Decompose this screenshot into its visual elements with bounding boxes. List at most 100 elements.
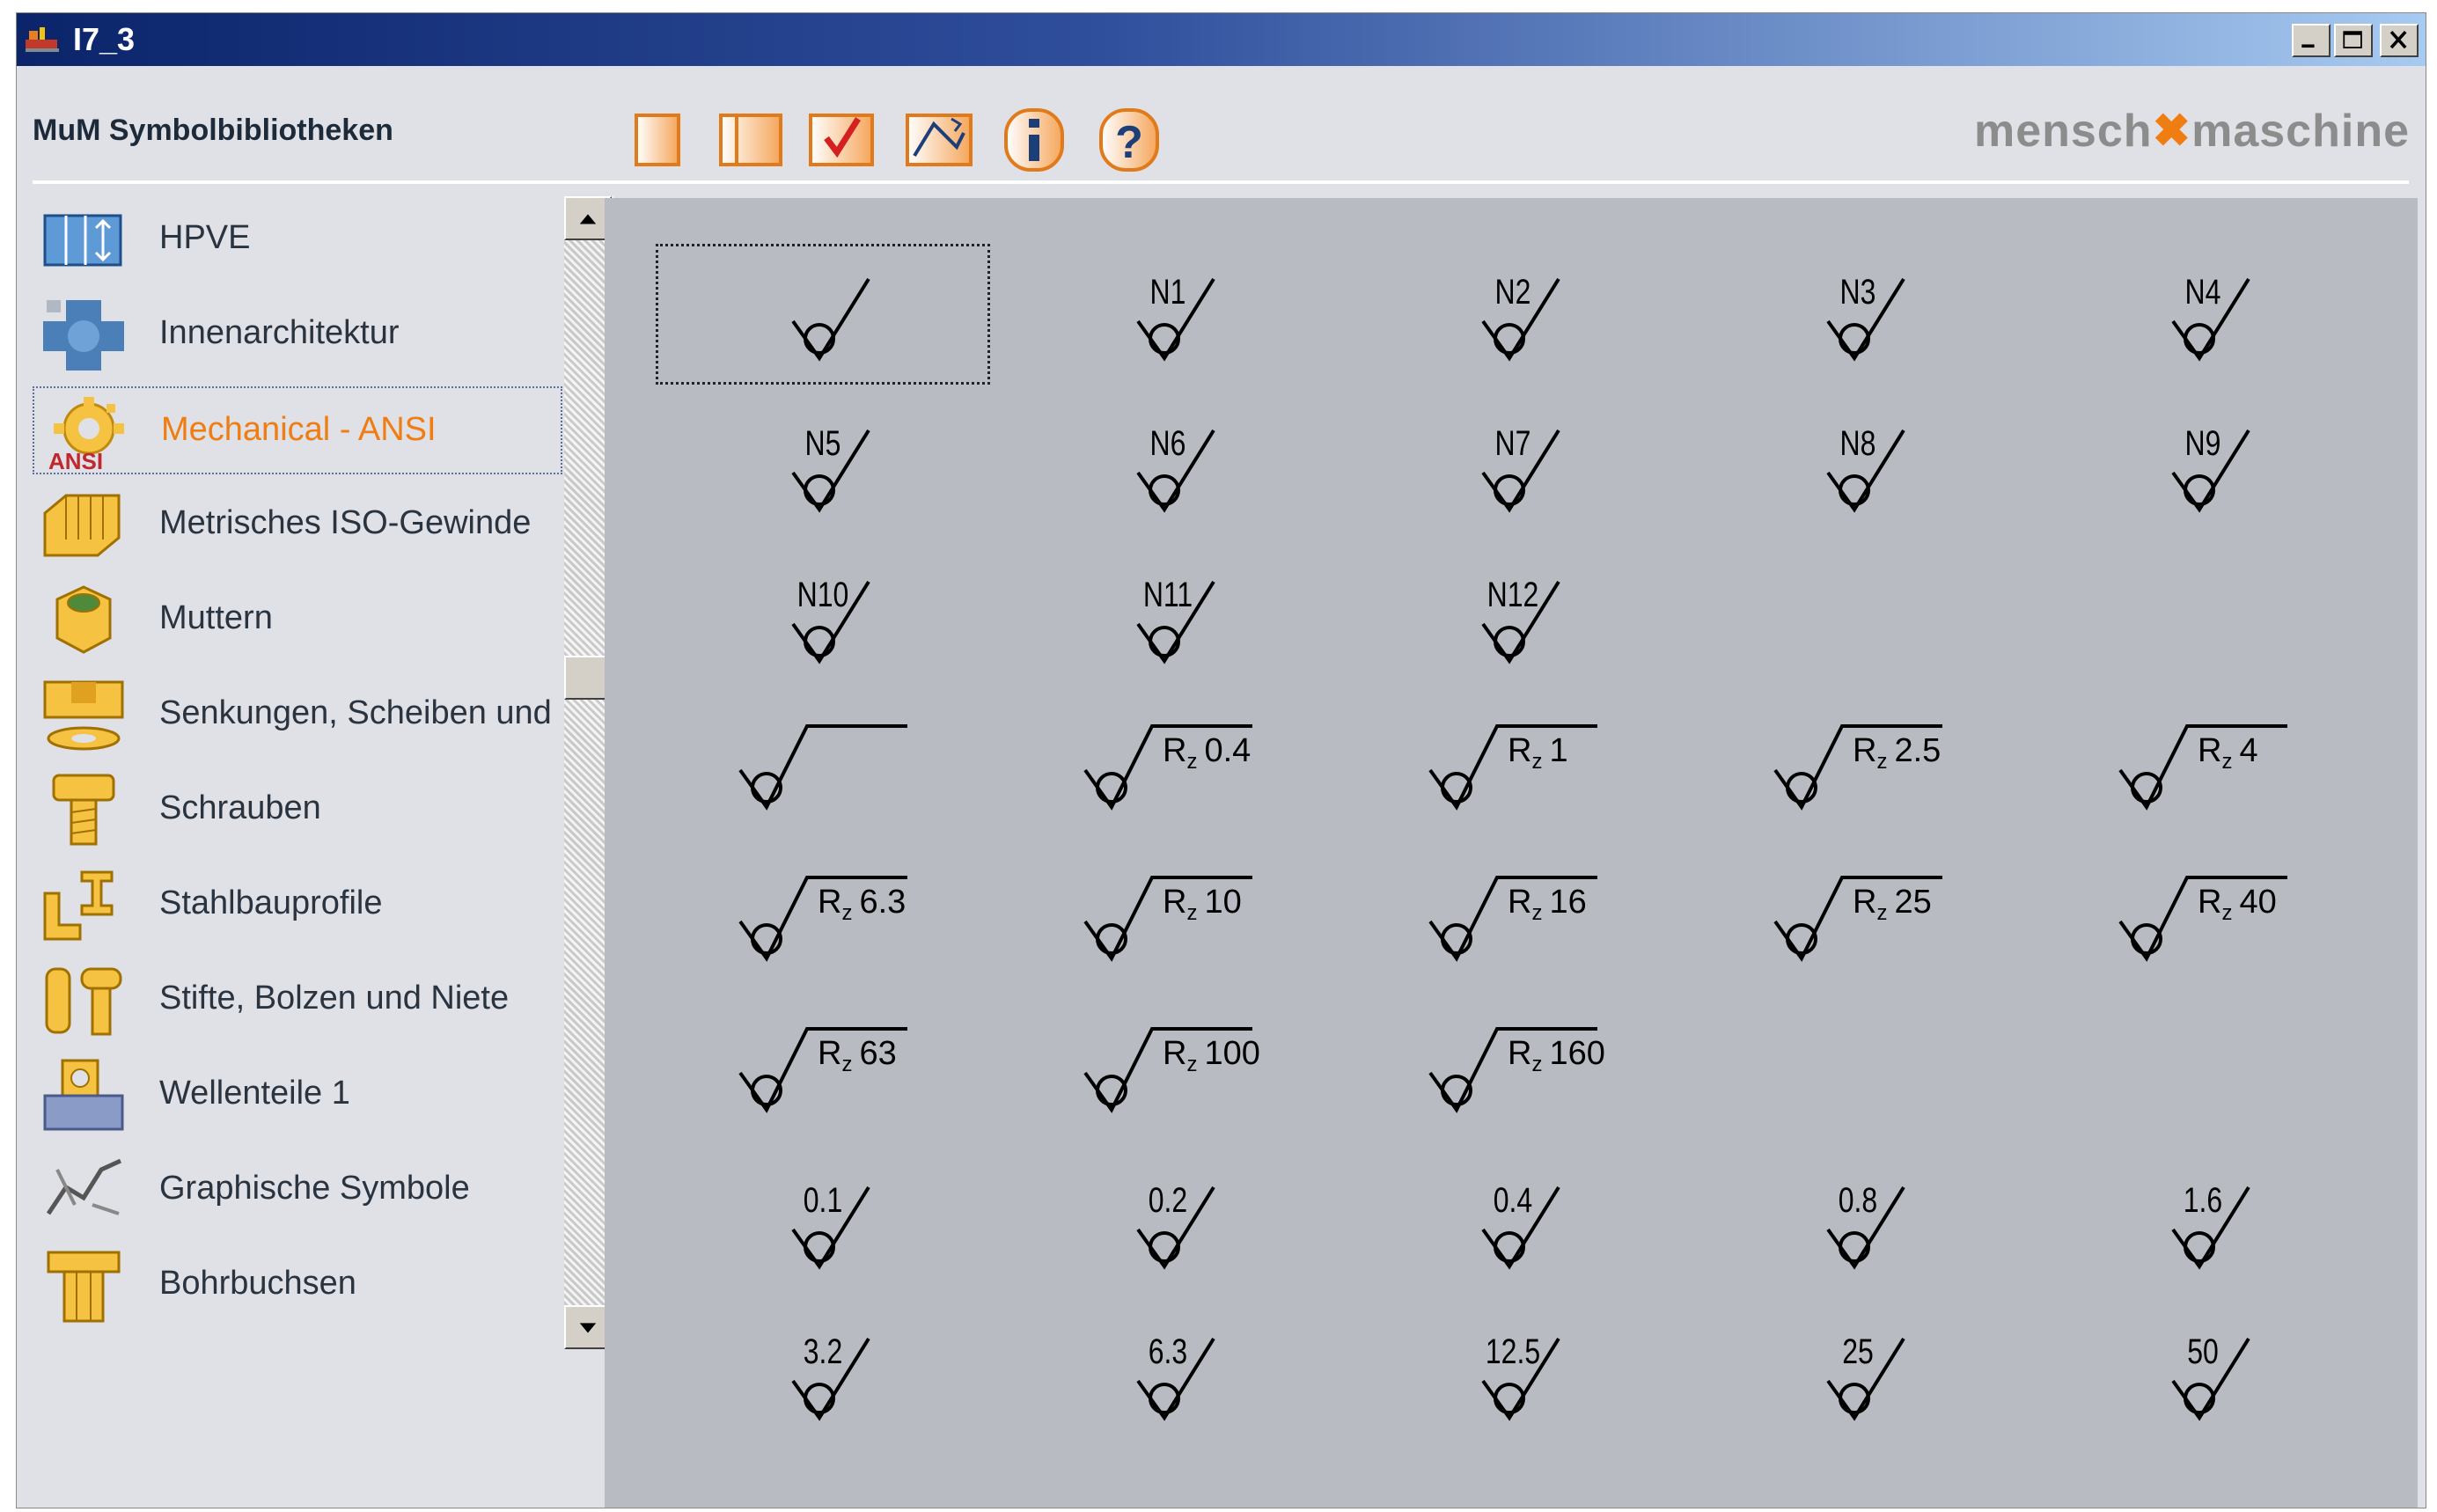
surface-symbol-37[interactable]: 12.5 [1481, 1332, 1560, 1421]
library-item-hpve[interactable]: HPVE [33, 196, 562, 284]
library-item-wellenteile[interactable]: Wellenteile 1 [33, 1052, 562, 1140]
blank-page-icon [635, 114, 680, 166]
close-icon [2389, 30, 2407, 49]
library-item-label: Mechanical - ANSI [161, 411, 437, 448]
surface-symbol-33[interactable]: 0.8 [1826, 1180, 1905, 1270]
library-item-iso-gewinde[interactable]: Metrisches ISO-Gewinde [33, 481, 562, 569]
toolbar-help-button[interactable]: ? [1094, 106, 1164, 173]
surface-symbol-10[interactable]: N10 [791, 575, 870, 664]
surface-symbol-25[interactable]: Rz 63 [738, 1027, 907, 1113]
surface-symbol-1[interactable]: N1 [1136, 272, 1215, 362]
header-divider [33, 180, 2409, 184]
library-item-bohrbuchsen[interactable]: Bohrbuchsen [33, 1242, 562, 1330]
surface-symbol-0[interactable] [791, 277, 870, 362]
symbol-rz-label: Rz 40 [2198, 884, 2277, 925]
surface-symbol-31[interactable]: 0.2 [1136, 1180, 1215, 1270]
surface-symbol-38[interactable]: 25 [1826, 1332, 1905, 1421]
roughness-circle-icon [1839, 1231, 1870, 1263]
roughness-circle-icon [1494, 474, 1525, 506]
svg-text:?: ? [1115, 117, 1143, 168]
symbol-label: N11 [1143, 575, 1193, 614]
library-item-graphische-symbole[interactable]: Graphische Symbole [33, 1147, 562, 1235]
library-item-stifte[interactable]: Stifte, Bolzen und Niete [33, 957, 562, 1045]
library-item-stahlbauprofile[interactable]: Stahlbauprofile [33, 862, 562, 950]
surface-symbol-36[interactable]: 6.3 [1136, 1332, 1215, 1421]
surface-symbol-24[interactable]: Rz 40 [2118, 876, 2287, 962]
pin-icon [45, 967, 122, 1036]
surface-symbol-32[interactable]: 0.4 [1481, 1180, 1560, 1270]
library-item-mechanical-ansi[interactable]: ANSI Mechanical - ANSI [33, 386, 562, 474]
toolbar-blank-page-button[interactable] [631, 106, 684, 173]
surface-symbol-27[interactable]: Rz 160 [1428, 1027, 1605, 1113]
surface-symbol-4[interactable]: N4 [2171, 272, 2250, 362]
surface-symbol-17[interactable]: Rz 1 [1428, 724, 1597, 811]
library-item-innenarchitektur[interactable]: Innenarchitektur [33, 291, 562, 379]
title-bar[interactable]: I7_3 [17, 13, 2426, 66]
ansi-gear-icon: ANSI [48, 397, 124, 471]
surface-symbol-30[interactable]: 0.1 [791, 1180, 870, 1270]
surface-symbol-21[interactable]: Rz 10 [1083, 876, 1252, 962]
surface-symbol-11[interactable]: N11 [1136, 575, 1215, 664]
minimize-button[interactable] [2292, 24, 2331, 57]
symbol-rz-label: Rz 100 [1163, 1035, 1260, 1076]
surface-symbol-8[interactable]: N8 [1826, 423, 1905, 513]
toolbar-check-button[interactable] [805, 106, 877, 173]
surface-symbol-18[interactable]: Rz 2.5 [1773, 724, 1942, 811]
surface-symbol-15[interactable] [738, 724, 907, 811]
roughness-circle-icon [1149, 323, 1180, 355]
library-item-senkungen[interactable]: Senkungen, Scheiben und Du [33, 672, 562, 760]
symbol-rz-label: Rz 10 [1163, 884, 1242, 925]
library-item-label: Metrisches ISO-Gewinde [159, 504, 532, 541]
surface-symbol-2[interactable]: N2 [1481, 272, 1560, 362]
close-button[interactable] [2380, 24, 2419, 57]
symbol-label: 0.1 [804, 1180, 842, 1220]
surface-symbol-5[interactable]: N5 [791, 423, 870, 513]
roughness-circle-icon [1494, 1231, 1525, 1263]
symbol-label: 25 [1842, 1332, 1874, 1371]
window-title: I7_3 [73, 21, 136, 57]
arrow-down-icon [579, 1323, 597, 1333]
svg-text:ANSI: ANSI [48, 448, 103, 471]
roughness-circle-icon [1494, 626, 1525, 657]
toolbar-panel-page-button[interactable] [716, 106, 786, 173]
brand-x-icon: ✖ [2152, 106, 2192, 157]
symbol-label: N8 [1840, 423, 1876, 463]
symbol-rz-label: Rz 16 [1508, 884, 1587, 925]
symbol-label: N2 [1495, 272, 1531, 312]
surface-symbol-26[interactable]: Rz 100 [1083, 1027, 1260, 1113]
roughness-rz-tick-icon [738, 724, 907, 811]
symbol-rz-label: Rz 63 [818, 1035, 897, 1076]
surface-symbol-12[interactable]: N12 [1481, 575, 1560, 664]
surface-symbol-34[interactable]: 1.6 [2171, 1180, 2250, 1270]
library-item-label: Stifte, Bolzen und Niete [159, 980, 510, 1017]
symbol-label: N3 [1840, 272, 1876, 312]
toolbar-graphic-page-button[interactable] [902, 106, 976, 173]
panel-page-icon [719, 114, 782, 166]
library-item-schrauben[interactable]: Schrauben [33, 767, 562, 855]
surface-symbol-20[interactable]: Rz 6.3 [738, 876, 907, 962]
application-window: I7_3 MuM Symbolbibliotheken ? mensch✖mas… [16, 12, 2426, 1508]
surface-symbol-16[interactable]: Rz 0.4 [1083, 724, 1252, 811]
surface-symbol-35[interactable]: 3.2 [791, 1332, 870, 1421]
roughness-circle-icon [804, 1231, 835, 1263]
roughness-circle-icon [1839, 474, 1870, 506]
toolbar-info-button[interactable] [999, 106, 1069, 173]
symbol-grid: N1 N2 N3 N4 N5 N6 N7 N8 N9 N10 N11 N12 Rz 0.4 Rz 1 Rz 2.5… [738, 272, 2287, 1421]
surface-symbol-6[interactable]: N6 [1136, 423, 1215, 513]
interior-icon [43, 300, 124, 371]
surface-symbol-7[interactable]: N7 [1481, 423, 1560, 513]
surface-symbol-19[interactable]: Rz 4 [2118, 724, 2287, 811]
shaft-icon [43, 1059, 124, 1131]
library-list: HPVE Innenarchitektur ANSI Mechanical - … [33, 196, 562, 1332]
surface-symbol-39[interactable]: 50 [2171, 1332, 2250, 1421]
surface-symbol-9[interactable]: N9 [2171, 423, 2250, 513]
hpve-icon [43, 214, 122, 267]
roughness-circle-icon [1494, 323, 1525, 355]
surface-symbol-3[interactable]: N3 [1826, 272, 1905, 362]
arrow-up-icon [579, 214, 597, 224]
roughness-circle-icon [1839, 323, 1870, 355]
surface-symbol-23[interactable]: Rz 25 [1773, 876, 1942, 962]
surface-symbol-22[interactable]: Rz 16 [1428, 876, 1597, 962]
maximize-button[interactable] [2334, 24, 2373, 57]
library-item-muttern[interactable]: Muttern [33, 576, 562, 664]
